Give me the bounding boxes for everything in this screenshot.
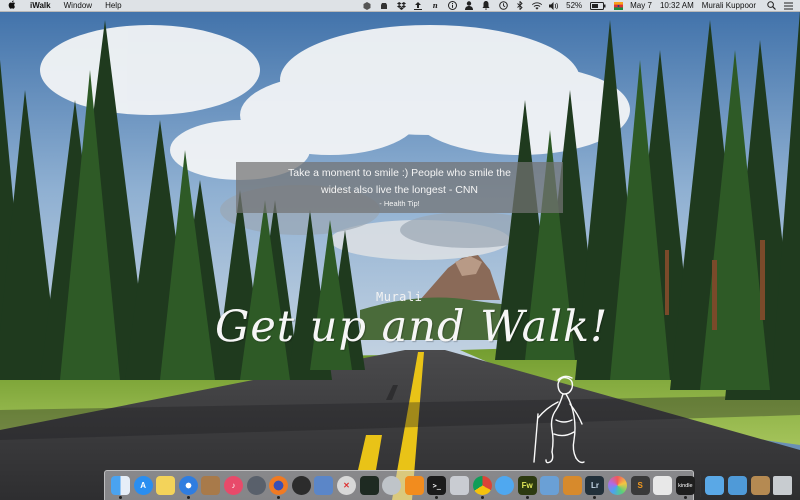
sublime-icon[interactable]: S [630, 476, 650, 495]
apple-logo-icon [8, 0, 16, 9]
menu-help[interactable]: Help [105, 1, 121, 10]
photos-app-icon[interactable] [608, 476, 628, 495]
lightroom-icon[interactable]: Lr [585, 476, 605, 499]
downloads-folder-icon[interactable] [728, 476, 748, 495]
flag-icon[interactable] [613, 1, 623, 10]
activity-monitor-icon[interactable] [359, 476, 379, 495]
time-label[interactable]: 10:32 AM [660, 1, 694, 10]
menu-window[interactable]: Window [64, 1, 92, 10]
firefox-icon[interactable] [269, 476, 289, 499]
health-tip-banner[interactable]: Take a moment to smile :) People who smi… [236, 162, 563, 213]
tip-source: - Health Tip! [379, 199, 420, 208]
folder-icon[interactable] [705, 476, 725, 495]
status-area: n 52% May 7 10:32 AM Murali Kuppoor [362, 0, 800, 12]
dock-separator [700, 474, 702, 497]
apple-menu-icon[interactable] [8, 0, 18, 11]
info-icon[interactable] [447, 1, 457, 10]
battery-percentage[interactable]: 52% [566, 1, 582, 10]
lightroom-label: Lr [590, 481, 599, 490]
evernote-icon[interactable] [379, 1, 389, 10]
bluetooth-icon[interactable] [515, 1, 525, 10]
notefile-icon[interactable] [201, 476, 221, 495]
user-name[interactable]: Murali Kuppoor [702, 1, 756, 10]
battery-icon[interactable] [590, 1, 606, 10]
preview-app-icon[interactable] [540, 476, 560, 495]
fireworks-icon[interactable]: Fw [517, 476, 537, 499]
menu-bar: iWalk Window Help n 52% May 7 10:32 AM M… [0, 0, 800, 12]
finder-icon[interactable] [111, 476, 130, 499]
kindle-label: kindle [678, 482, 693, 489]
silhouette-icon[interactable] [464, 1, 474, 10]
notification-center-icon[interactable] [783, 1, 793, 10]
tip-message: Take a moment to smile :) People who smi… [288, 167, 511, 196]
app-store-icon[interactable]: A [133, 476, 153, 495]
stickies-icon[interactable] [156, 476, 176, 495]
walk-app-icon[interactable] [653, 476, 673, 495]
headline-text: Get up and Walk! [215, 302, 609, 352]
itunes-icon[interactable]: ♪ [223, 476, 243, 495]
kindle-icon[interactable]: kindle [675, 476, 695, 499]
ibooks-icon[interactable] [404, 476, 424, 495]
fireworks-label: Fw [521, 481, 533, 490]
disk-icon[interactable] [382, 476, 402, 495]
app-menu-iwalk[interactable]: iWalk [30, 1, 51, 10]
time-machine-icon[interactable] [498, 1, 508, 10]
dropbox-icon[interactable] [396, 1, 406, 10]
ibooks-author-icon[interactable] [562, 476, 582, 495]
nvalt-icon[interactable]: n [430, 1, 440, 10]
spotlight-search-icon[interactable] [766, 1, 776, 10]
upload-icon[interactable] [413, 1, 423, 10]
disk-utility-icon[interactable] [291, 476, 311, 495]
hexagon-icon[interactable] [362, 1, 372, 10]
date-label[interactable]: May 7 [630, 1, 652, 10]
preview-icon[interactable] [314, 476, 334, 495]
photos-icon[interactable] [449, 476, 469, 495]
wifi-icon[interactable] [532, 1, 543, 10]
terminal-icon[interactable]: >_ [427, 476, 447, 499]
walker-sketch-icon [533, 375, 585, 464]
wallpaper-scene [0, 0, 800, 500]
desktop-wallpaper [0, 0, 800, 500]
sync-icon[interactable]: ✕ [336, 476, 356, 495]
documents-folder-icon[interactable] [750, 476, 770, 495]
safari-icon[interactable] [178, 476, 198, 499]
trash-icon[interactable] [773, 476, 793, 495]
chrome-icon[interactable] [472, 476, 492, 499]
launchpad-icon[interactable] [246, 476, 266, 495]
volume-icon[interactable] [549, 1, 559, 10]
notification-bell-icon[interactable] [481, 1, 491, 10]
dock: A ♪ ✕ >_ Fw Lr S kindle [104, 470, 793, 500]
messages-icon[interactable] [495, 476, 515, 495]
